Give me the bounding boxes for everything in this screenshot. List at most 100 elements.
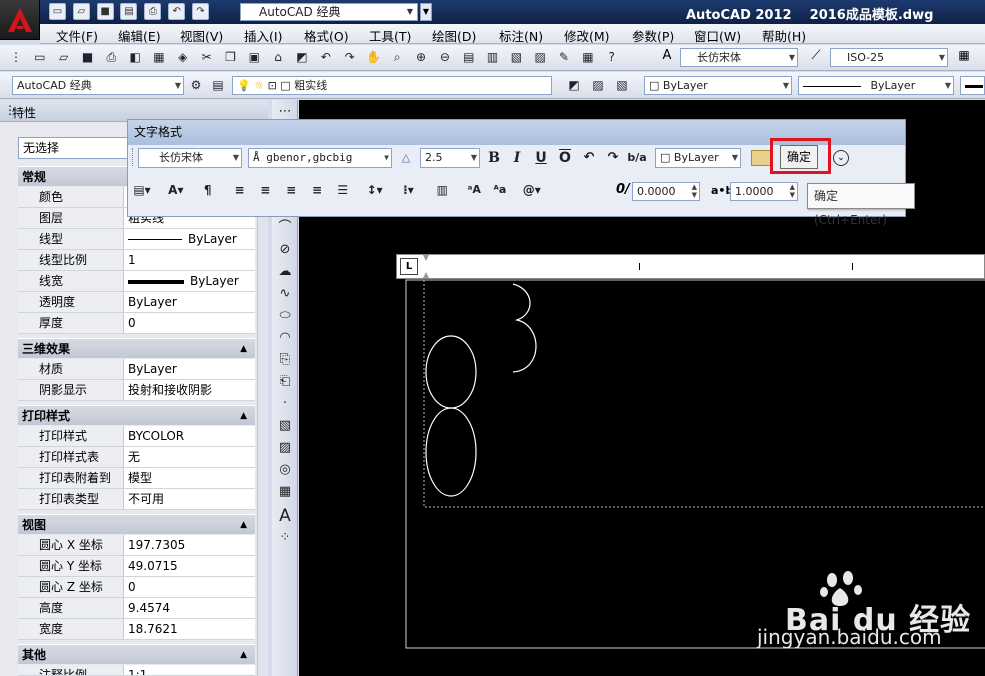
oblique-input[interactable]: 0.0000 ▲ ▼	[632, 182, 700, 201]
stack-icon[interactable]: b/a	[627, 148, 647, 168]
open-icon[interactable]: ▱	[72, 3, 90, 20]
property-row[interactable]: 打印样式表无	[18, 447, 255, 468]
property-row[interactable]: 线宽 ByLayer	[18, 271, 255, 292]
menu-draw[interactable]: 绘图(D)	[432, 26, 476, 45]
property-row[interactable]: 阴影显示 投射和接收阴影	[18, 380, 255, 401]
property-row[interactable]: 线型 ByLayer	[18, 229, 255, 250]
menu-file[interactable]: 文件(F)	[56, 26, 98, 45]
symbol-icon[interactable]: @▾	[522, 180, 542, 200]
property-row[interactable]: 高度 9.4574	[18, 598, 255, 619]
menu-tools[interactable]: 工具(T)	[369, 26, 411, 45]
category-plot-style[interactable]: 打印样式 ▲	[18, 405, 255, 425]
property-row[interactable]: 厚度 0	[18, 313, 255, 334]
menu-modify[interactable]: 修改(M)	[564, 26, 610, 45]
property-value[interactable]: 1	[124, 250, 255, 270]
color-select[interactable]: □ ByLayer ▼	[644, 76, 792, 95]
menu-format[interactable]: 格式(O)	[304, 26, 349, 45]
calculator-icon[interactable]: ▦	[578, 47, 598, 67]
property-row[interactable]: 打印表附着到 模型	[18, 468, 255, 489]
font-select[interactable]: 长仿宋体 ▼	[138, 148, 242, 168]
undo-icon[interactable]: ↶	[168, 3, 186, 20]
insert-field-icon[interactable]: ▥	[432, 180, 452, 200]
property-row[interactable]: 打印表类型 不可用	[18, 489, 255, 510]
new-icon[interactable]: ▭	[49, 3, 66, 20]
property-row[interactable]: 圆心 Y 坐标 49.0715	[18, 556, 255, 577]
publish-icon[interactable]: ▦	[149, 47, 169, 67]
paragraph-icon[interactable]: ¶	[198, 180, 218, 200]
property-row[interactable]: 宽度 18.7621	[18, 619, 255, 640]
insert-block-icon[interactable]: ⎘	[275, 350, 295, 370]
menu-dimension[interactable]: 标注(N)	[499, 26, 543, 45]
property-value[interactable]: 1:1	[124, 665, 255, 675]
tracking-input[interactable]: 1.0000 ▲ ▼	[730, 182, 798, 201]
customize-qa-button[interactable]: ▼	[420, 3, 432, 21]
polyline-arc-icon[interactable]: ⌒	[275, 218, 295, 238]
layer-select[interactable]: 💡 ☼ ⊡ □ 粗实线	[232, 76, 552, 95]
align-left-icon[interactable]: ≡	[229, 180, 249, 200]
save-icon[interactable]: ■	[96, 3, 114, 20]
property-row[interactable]: 材质 ByLayer	[18, 359, 255, 380]
app-menu-button[interactable]	[0, 0, 40, 40]
property-row[interactable]: 打印样式 BYCOLOR	[18, 426, 255, 447]
table-style-icon[interactable]: ▦	[954, 48, 974, 68]
hatch-icon[interactable]: ▧	[275, 416, 295, 436]
copy-icon[interactable]: ❐	[220, 47, 240, 67]
menu-insert[interactable]: 插入(I)	[244, 26, 282, 45]
property-value[interactable]: 0	[124, 313, 255, 333]
make-block-icon[interactable]: ⎗	[275, 372, 295, 392]
selection-select[interactable]: 无选择	[18, 137, 130, 159]
line-spacing-icon[interactable]: ↕▾	[365, 180, 385, 200]
spline-icon[interactable]: ∿	[275, 284, 295, 304]
property-value[interactable]: ByLayer	[124, 359, 255, 379]
text-height-select[interactable]: 2.5 ▼	[420, 148, 480, 168]
column-icon[interactable]: ▤▾	[132, 180, 152, 200]
italic-button[interactable]: I	[507, 148, 527, 168]
new-icon[interactable]: ▭	[30, 47, 50, 67]
property-value[interactable]: ByLayer	[124, 229, 255, 249]
menu-window[interactable]: 窗口(W)	[694, 26, 741, 45]
print-icon[interactable]: ⎙	[144, 3, 162, 20]
property-row[interactable]: 线型比例 1	[18, 250, 255, 271]
property-value[interactable]: ByLayer	[124, 292, 255, 312]
help-icon[interactable]: ?	[602, 47, 622, 67]
property-value[interactable]: 197.7305	[124, 535, 255, 555]
ellipse-icon[interactable]: ⬭	[275, 306, 295, 326]
menu-edit[interactable]: 编辑(E)	[118, 26, 161, 45]
category-misc[interactable]: 其他 ▲	[18, 644, 255, 664]
property-value[interactable]: 模型	[124, 468, 255, 488]
sheet-set-icon[interactable]: ▨	[530, 47, 550, 67]
text-style-select[interactable]: 长仿宋体 ▼	[680, 48, 798, 67]
indent-marker-icon[interactable]	[423, 255, 429, 278]
property-row[interactable]: 注释比例 1:1	[18, 665, 255, 676]
preview-icon[interactable]: ◧	[125, 47, 145, 67]
gear-icon[interactable]: ⚙	[186, 75, 206, 95]
property-value[interactable]: ByLayer	[124, 271, 255, 291]
justify-icon[interactable]: ≡	[307, 180, 327, 200]
circle-icon[interactable]: ⊘	[275, 240, 295, 260]
save-icon[interactable]: ■	[77, 47, 97, 67]
lowercase-icon[interactable]: ᴬa	[490, 180, 510, 200]
workspace-select-2[interactable]: AutoCAD 经典 ▼	[12, 76, 184, 95]
undo-icon[interactable]: ↶	[316, 47, 336, 67]
property-row[interactable]: 圆心 X 坐标 197.7305	[18, 535, 255, 556]
mtext-ruler[interactable]	[396, 254, 985, 279]
design-center-icon[interactable]: ▥	[483, 47, 503, 67]
tab-type-button[interactable]: L	[400, 258, 418, 275]
layer-states-icon[interactable]: ▧	[612, 75, 632, 95]
overline-button[interactable]: O	[555, 148, 575, 168]
match-properties-icon[interactable]: ⌂	[268, 47, 288, 67]
saveas-icon[interactable]: ▤	[120, 3, 138, 20]
underline-button[interactable]: U	[531, 148, 551, 168]
cut-icon[interactable]: ✂	[197, 47, 217, 67]
add-selected-icon[interactable]: ⁘	[275, 528, 295, 548]
undo-icon[interactable]: ↶	[579, 148, 599, 168]
property-value[interactable]: 9.4574	[124, 598, 255, 618]
region-icon[interactable]: ◎	[275, 460, 295, 480]
make-current-icon[interactable]: ◩	[564, 75, 584, 95]
zoom-window-icon[interactable]: ⊕	[411, 47, 431, 67]
zoom-realtime-icon[interactable]: ⌕	[387, 47, 407, 67]
print-icon[interactable]: ⎙	[101, 47, 121, 67]
annotative-icon[interactable]: △	[396, 148, 416, 168]
layer-properties-icon[interactable]: ▤	[208, 75, 228, 95]
lineweight-select[interactable]	[960, 76, 985, 95]
